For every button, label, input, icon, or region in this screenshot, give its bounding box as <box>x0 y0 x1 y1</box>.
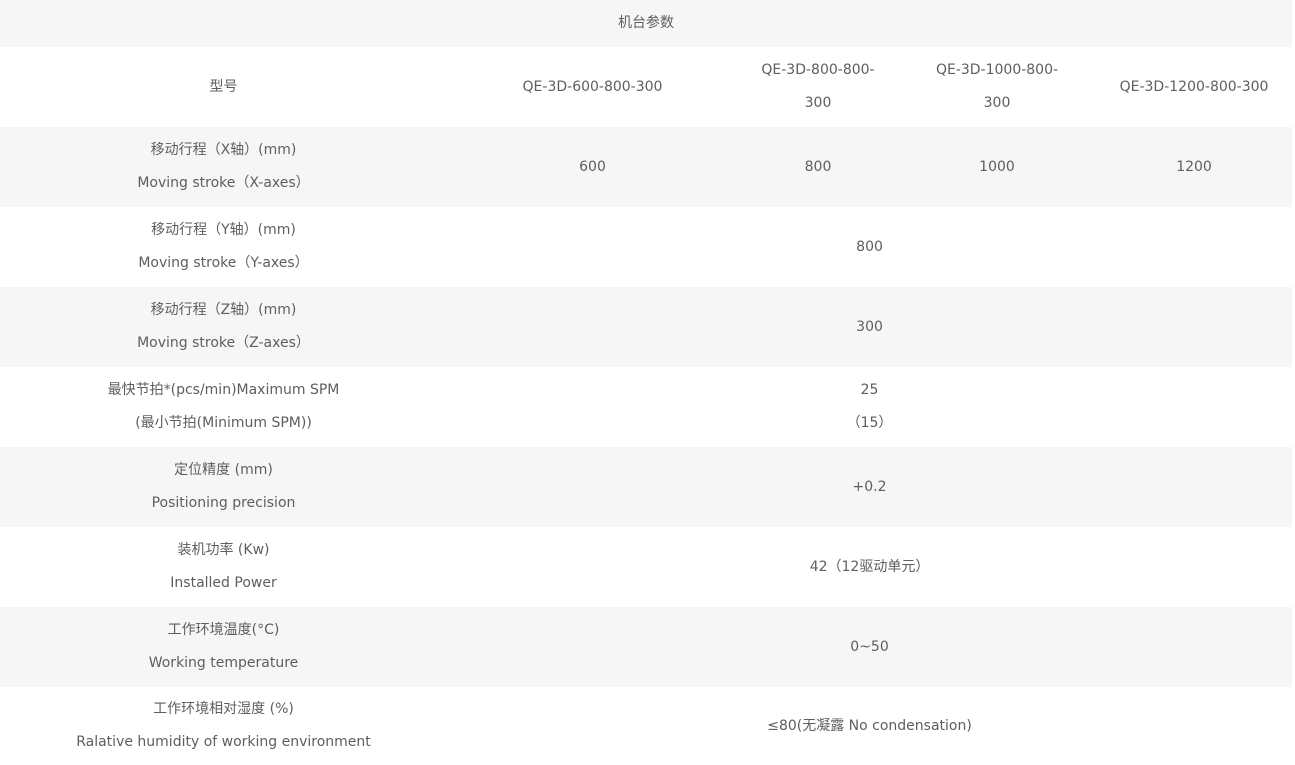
row-label-cn: 装机功率 (Kw) <box>177 542 270 558</box>
row-label: 移动行程（Z轴）(mm) Moving stroke（Z-axes） <box>0 287 447 367</box>
row-value: 0~50 <box>447 607 1293 687</box>
row-label: 工作环境相对湿度 (%) Ralative humidity of workin… <box>0 687 447 765</box>
row-label: 工作环境温度(°C) Working temperature <box>0 607 447 687</box>
row-value: 25 （15） <box>447 367 1293 447</box>
model-2: QE-3D-800-800-300 <box>738 47 898 127</box>
model-label: 型号 <box>0 47 447 127</box>
row-label-en: Working temperature <box>148 655 299 671</box>
row-value: 1000 <box>898 127 1096 207</box>
model-row: 型号 QE-3D-600-800-300 QE-3D-800-800-300 Q… <box>0 47 1293 127</box>
row-value: 800 <box>447 207 1293 287</box>
row-value-line1: 25 <box>860 382 879 398</box>
row-value: 42（12驱动单元） <box>447 527 1293 607</box>
table-row: 装机功率 (Kw) Installed Power 42（12驱动单元） <box>0 527 1293 607</box>
row-label: 移动行程（X轴）(mm) Moving stroke（X-axes） <box>0 127 447 207</box>
table-title-row: 机台参数 <box>0 0 1293 47</box>
row-label-cn: 定位精度 (mm) <box>174 462 273 478</box>
table-row: 最快节拍*(pcs/min)Maximum SPM (最小节拍(Minimum … <box>0 367 1293 447</box>
table-row: 工作环境温度(°C) Working temperature 0~50 <box>0 607 1293 687</box>
row-value: 300 <box>447 287 1293 367</box>
table-row: 工作环境相对湿度 (%) Ralative humidity of workin… <box>0 687 1293 765</box>
row-label-cn: 工作环境温度(°C) <box>167 622 280 638</box>
row-label-cn: 移动行程（Z轴）(mm) <box>150 302 297 318</box>
row-label-en: Ralative humidity of working environment <box>76 734 371 750</box>
machine-parameters-table: 机台参数 型号 QE-3D-600-800-300 QE-3D-800-800-… <box>0 0 1293 765</box>
row-label: 装机功率 (Kw) Installed Power <box>0 527 447 607</box>
row-label: 定位精度 (mm) Positioning precision <box>0 447 447 527</box>
table-row: 移动行程（Z轴）(mm) Moving stroke（Z-axes） 300 <box>0 287 1293 367</box>
model-1: QE-3D-600-800-300 <box>447 47 738 127</box>
row-label-cn: 最快节拍*(pcs/min)Maximum SPM <box>107 382 340 398</box>
model-4: QE-3D-1200-800-300 <box>1096 47 1293 127</box>
row-value: ≤80(无凝露 No condensation) <box>447 687 1293 765</box>
row-label: 移动行程（Y轴）(mm) Moving stroke（Y-axes） <box>0 207 447 287</box>
row-value: 1200 <box>1096 127 1293 207</box>
row-label-cn: 工作环境相对湿度 (%) <box>153 701 294 717</box>
row-label-en: Moving stroke（Z-axes） <box>137 335 310 351</box>
table-row: 移动行程（Y轴）(mm) Moving stroke（Y-axes） 800 <box>0 207 1293 287</box>
row-value: +0.2 <box>447 447 1293 527</box>
row-label-en: Installed Power <box>170 575 277 591</box>
table-row: 移动行程（X轴）(mm) Moving stroke（X-axes） 600 8… <box>0 127 1293 207</box>
row-label-en: Positioning precision <box>151 495 296 511</box>
row-value-line2: （15） <box>846 415 893 431</box>
row-label-en: Moving stroke（X-axes） <box>137 175 310 191</box>
row-label-cn: 移动行程（Y轴）(mm) <box>151 222 296 238</box>
model-3: QE-3D-1000-800-300 <box>898 47 1096 127</box>
row-label-en: Moving stroke（Y-axes） <box>138 255 309 271</box>
row-label-en: (最小节拍(Minimum SPM)) <box>135 415 312 431</box>
row-value: 600 <box>447 127 738 207</box>
table-row: 定位精度 (mm) Positioning precision +0.2 <box>0 447 1293 527</box>
row-value: 800 <box>738 127 898 207</box>
table-title: 机台参数 <box>0 0 1293 47</box>
row-label: 最快节拍*(pcs/min)Maximum SPM (最小节拍(Minimum … <box>0 367 447 447</box>
row-label-cn: 移动行程（X轴）(mm) <box>150 142 297 158</box>
